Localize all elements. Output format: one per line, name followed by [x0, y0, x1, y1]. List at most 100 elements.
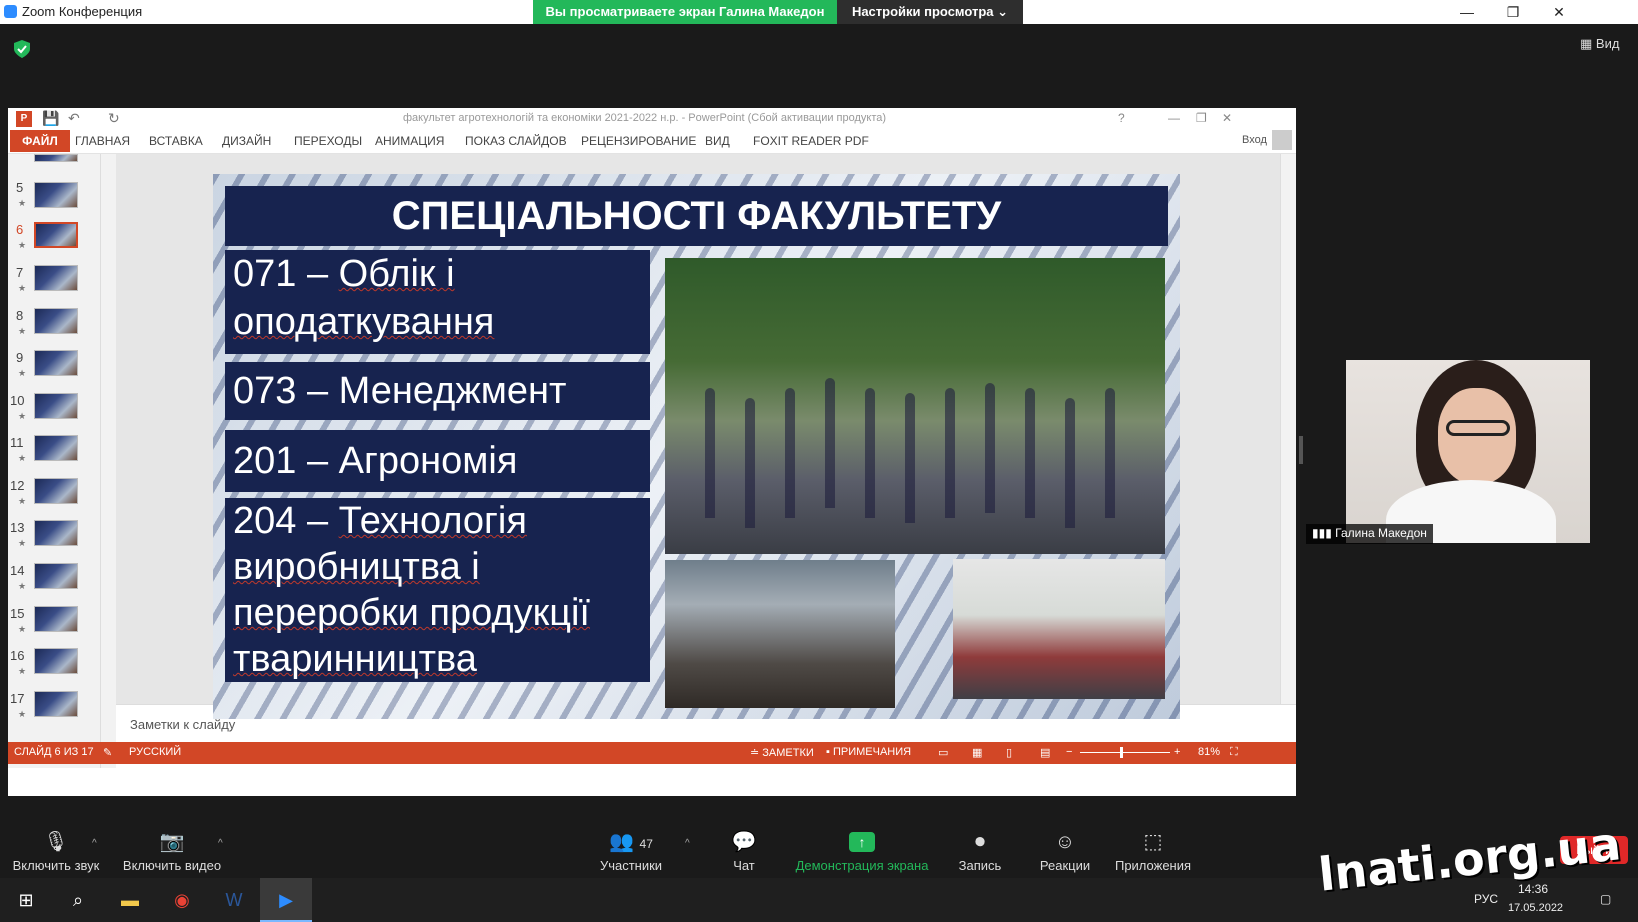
- spellcheck-icon[interactable]: ✎: [103, 746, 112, 759]
- ppt-close-icon[interactable]: ✕: [1222, 111, 1232, 125]
- close-icon[interactable]: ✕: [1536, 0, 1582, 24]
- zoom-out-icon[interactable]: −: [1066, 746, 1072, 758]
- animation-star-icon: ★: [18, 198, 27, 208]
- slide-thumbnail-7[interactable]: [34, 265, 78, 291]
- slide-number: 11: [10, 435, 24, 450]
- chrome-icon[interactable]: ◉: [156, 878, 208, 922]
- fit-slide-icon[interactable]: ⛶: [1230, 746, 1238, 759]
- notifications-icon[interactable]: ▢: [1600, 892, 1611, 906]
- share-screen-button[interactable]: ↑ Демонстрация экрана: [792, 824, 932, 878]
- record-button[interactable]: ⏺ Запись: [950, 824, 1010, 878]
- animation-star-icon: ★: [18, 624, 27, 634]
- reactions-button[interactable]: ☺ Реакции: [1030, 824, 1100, 878]
- login-link[interactable]: Вход: [1242, 134, 1267, 146]
- slide-thumbnail-9[interactable]: [34, 350, 78, 376]
- specialty-code: 204 –: [233, 500, 339, 542]
- word-icon[interactable]: W: [208, 878, 260, 922]
- tab-animation[interactable]: АНИМАЦИЯ: [375, 134, 444, 148]
- screen-share-banner: Вы просматриваете экран Галина Македон: [533, 0, 837, 24]
- slide-thumbnail-16[interactable]: [34, 648, 78, 674]
- reading-view-icon[interactable]: ▯: [1006, 746, 1012, 759]
- file-explorer-icon[interactable]: ▬: [104, 878, 156, 922]
- microphone-muted-icon: 🎙: [43, 831, 69, 853]
- slide-thumbnail-8[interactable]: [34, 308, 78, 334]
- avatar-icon[interactable]: [1272, 130, 1292, 150]
- tab-view[interactable]: ВИД: [705, 134, 730, 148]
- sorter-view-icon[interactable]: ▦: [972, 746, 982, 759]
- windows-start-icon[interactable]: ⊞: [0, 878, 52, 922]
- unmute-button[interactable]: 🎙 Включить звук: [10, 824, 102, 878]
- slide-thumbnail-13[interactable]: [34, 520, 78, 546]
- encryption-shield-icon[interactable]: [14, 40, 30, 58]
- chat-button[interactable]: 💬 Чат: [718, 824, 770, 878]
- slide-thumbnail-5[interactable]: [34, 182, 78, 208]
- specialty-box: 201 – Агрономія: [225, 430, 650, 492]
- slide-thumbnail-15[interactable]: [34, 606, 78, 632]
- minimize-icon[interactable]: —: [1444, 0, 1490, 24]
- zoom-percent[interactable]: 81%: [1198, 746, 1220, 758]
- slide-thumbnail-11[interactable]: [34, 435, 78, 461]
- help-icon[interactable]: ?: [1118, 111, 1125, 125]
- zoom-slider[interactable]: [1080, 752, 1170, 753]
- thumbnails-scrollbar[interactable]: [100, 154, 114, 768]
- slide-number: 7: [16, 265, 24, 280]
- slide-number: 10: [10, 393, 25, 408]
- slide-thumbnail-17[interactable]: [34, 691, 78, 717]
- animation-star-icon: ★: [18, 496, 27, 506]
- comments-button[interactable]: ▪ ПРИМЕЧАНИЯ: [826, 746, 911, 758]
- participants-button[interactable]: 👥 47 Участники: [596, 824, 666, 878]
- view-settings-dropdown[interactable]: Настройки просмотра ⌄: [837, 0, 1023, 24]
- notes-button[interactable]: ≐ ЗАМЕТКИ: [750, 746, 814, 759]
- tab-review[interactable]: РЕЦЕНЗИРОВАНИЕ: [581, 134, 696, 148]
- zoom-taskbar-icon[interactable]: ▶: [260, 878, 312, 922]
- apps-button[interactable]: ⬚ Приложения: [1110, 824, 1196, 878]
- normal-view-icon[interactable]: ▭: [938, 746, 948, 759]
- audio-options-caret[interactable]: ^: [92, 838, 97, 849]
- keyboard-language[interactable]: РУС: [1474, 892, 1498, 906]
- search-icon[interactable]: ⌕: [52, 878, 104, 922]
- start-video-button[interactable]: 📷 Включить видео: [120, 824, 224, 878]
- participants-caret[interactable]: ^: [685, 838, 690, 849]
- slide-scrollbar[interactable]: [1280, 154, 1296, 704]
- restore-icon[interactable]: ❐: [1490, 0, 1536, 24]
- slide-thumbnail-4[interactable]: [34, 154, 78, 162]
- clock-date[interactable]: 17.05.2022: [1508, 902, 1563, 914]
- animation-star-icon: ★: [18, 283, 27, 293]
- slide-thumbnails-panel: 5 ★ 6 ★ 7 ★ 8 ★ 9 ★ 10 ★ 11 ★ 12 ★ 13 ★ …: [8, 154, 116, 768]
- ppt-titlebar: P 💾 ↶ ↻ факультет агротехнологій та екон…: [8, 108, 1296, 130]
- slide-thumbnail-10[interactable]: [34, 393, 78, 419]
- specialty-box: 071 – Облік і оподаткування: [225, 250, 650, 354]
- graduates-group-photo: [665, 258, 1165, 554]
- tab-foxit[interactable]: FOXIT READER PDF: [753, 134, 869, 148]
- tab-design[interactable]: ДИЗАЙН: [222, 134, 271, 148]
- language-indicator[interactable]: РУССКИЙ: [129, 746, 181, 758]
- splitter-handle[interactable]: [1299, 436, 1303, 464]
- ppt-window-title: факультет агротехнологій та економіки 20…: [403, 112, 887, 124]
- ppt-restore-icon[interactable]: ❐: [1196, 111, 1207, 125]
- view-button[interactable]: ▦ Вид: [1580, 36, 1619, 52]
- slide-title: СПЕЦІАЛЬНОСТІ ФАКУЛЬТЕТУ: [225, 186, 1168, 246]
- tab-insert[interactable]: ВСТАВКА: [149, 134, 203, 148]
- slide-thumbnail-12[interactable]: [34, 478, 78, 504]
- slideshow-view-icon[interactable]: ▤: [1040, 746, 1050, 759]
- redo-icon[interactable]: ↻: [108, 110, 120, 127]
- slide-number: 17: [10, 691, 25, 706]
- video-options-caret[interactable]: ^: [218, 838, 223, 849]
- undo-icon[interactable]: ↶: [68, 110, 80, 127]
- zoom-in-icon[interactable]: +: [1174, 746, 1180, 758]
- event-group-photo: [953, 559, 1165, 699]
- slide-thumbnail-14[interactable]: [34, 563, 78, 589]
- slide-canvas[interactable]: СПЕЦІАЛЬНОСТІ ФАКУЛЬТЕТУ 071 – Облік і о…: [213, 174, 1180, 719]
- slide-thumbnail-6[interactable]: [34, 222, 78, 248]
- clock-time[interactable]: 14:36: [1518, 882, 1548, 896]
- tab-slideshow[interactable]: ПОКАЗ СЛАЙДОВ: [465, 134, 567, 148]
- tab-file[interactable]: ФАЙЛ: [10, 130, 70, 152]
- ppt-minimize-icon[interactable]: —: [1168, 111, 1180, 125]
- tab-transitions[interactable]: ПЕРЕХОДЫ: [294, 134, 362, 148]
- tab-home[interactable]: ГЛАВНАЯ: [75, 134, 130, 148]
- save-icon[interactable]: 💾: [42, 110, 59, 127]
- participant-video-tile[interactable]: [1346, 360, 1590, 543]
- reactions-icon: ☺: [1054, 831, 1076, 853]
- slide-number: 14: [10, 563, 25, 578]
- zoom-slider-thumb[interactable]: [1120, 747, 1123, 758]
